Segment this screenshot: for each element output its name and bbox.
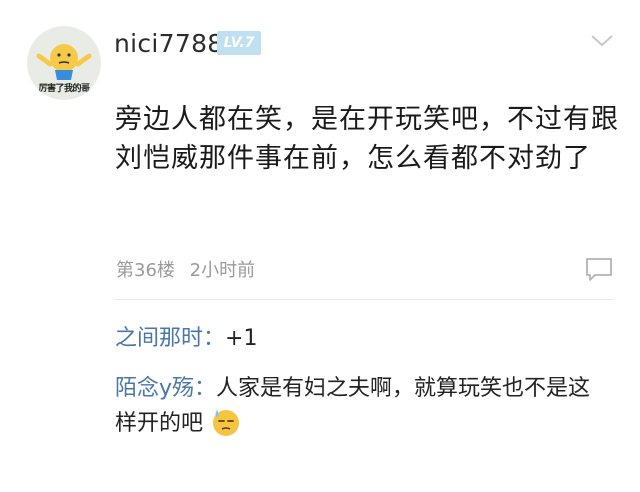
reply-author[interactable]: 陌念y殇： (115, 376, 216, 401)
chevron-down-icon[interactable] (590, 34, 614, 48)
username[interactable]: nici7788 (114, 29, 224, 58)
reply-item[interactable]: 陌念y殇：人家是有妇之夫啊，就算玩笑也不是这样开的吧 (115, 372, 605, 441)
reply-text: +1 (225, 326, 258, 351)
post-text: 旁边人都在笑，是在开玩笑吧，不过有跟刘恺威那件事在前，怎么看都不对劲了 (115, 104, 619, 174)
level-badge: LV.7 (217, 31, 261, 55)
reply-author[interactable]: 之间那时： (115, 326, 225, 351)
post-meta: 第36楼 2小时前 (116, 256, 264, 282)
post-time: 2小时前 (189, 260, 256, 281)
avatar-caption: 厉害了我的哥 (38, 84, 90, 94)
comment-icon[interactable] (584, 256, 614, 282)
floor-number: 第36楼 (116, 260, 175, 281)
divider (114, 299, 614, 300)
avatar[interactable]: 厉害了我的哥 (27, 26, 101, 100)
reply-item[interactable]: 之间那时：+1 (115, 322, 605, 356)
sweat-emoji (213, 410, 240, 436)
